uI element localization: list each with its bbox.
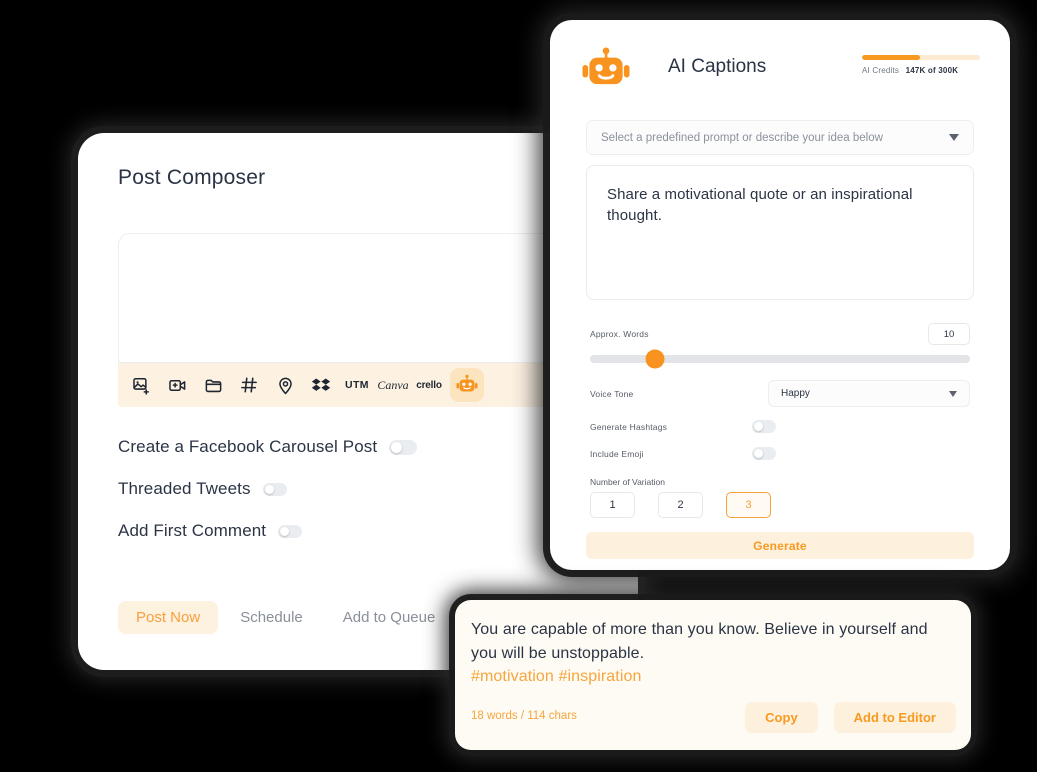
caption-actions: Copy Add to Editor (745, 702, 956, 733)
ai-robot-icon (580, 47, 632, 98)
variation-option-2[interactable]: 2 (658, 492, 703, 518)
option-row-threaded-tweets[interactable]: Threaded Tweets (118, 479, 287, 499)
option-row-carousel[interactable]: Create a Facebook Carousel Post (118, 437, 418, 457)
utm-label: UTM (345, 379, 369, 391)
toggle-include-emoji[interactable] (752, 447, 776, 460)
toggle-threaded-tweets[interactable] (262, 482, 287, 496)
generate-hashtags-row: Generate Hashtags (590, 420, 890, 433)
approx-words-input[interactable]: 10 (928, 323, 970, 345)
add-to-editor-button[interactable]: Add to Editor (833, 702, 956, 733)
add-video-icon[interactable] (162, 370, 192, 400)
option-label-threaded-tweets: Threaded Tweets (118, 479, 251, 498)
variation-option-3[interactable]: 3 (726, 492, 771, 518)
voice-tone-row: Voice Tone Happy (590, 380, 970, 407)
ai-captions-panel: AI Captions AI Credits 147K of 300K Sele… (550, 20, 1010, 570)
prompt-textarea[interactable]: Share a motivational quote or an inspira… (586, 165, 974, 300)
generate-hashtags-label: Generate Hashtags (590, 421, 668, 432)
composer-action-tabs: Post Now Schedule Add to Queue (118, 601, 453, 634)
generated-caption-card: You are capable of more than you know. B… (455, 600, 971, 750)
credits-value: 147K of 300K (905, 66, 959, 75)
post-text-editor[interactable] (118, 233, 623, 363)
add-to-queue-button[interactable]: Add to Queue (325, 601, 454, 634)
include-emoji-label: Include Emoji (590, 448, 644, 459)
credits-label-row: AI Credits 147K of 300K (862, 66, 980, 75)
chevron-down-icon (949, 390, 957, 397)
prompt-select-dropdown[interactable]: Select a predefined prompt or describe y… (586, 120, 974, 155)
generate-button[interactable]: Generate (586, 532, 974, 559)
approx-words-label: Approx. Words (590, 329, 649, 339)
toggle-carousel[interactable] (389, 439, 418, 455)
voice-tone-dropdown[interactable]: Happy (768, 380, 970, 407)
ai-credits: AI Credits 147K of 300K (862, 55, 980, 75)
include-emoji-row: Include Emoji (590, 447, 890, 460)
canva-icon[interactable]: Canva (377, 370, 409, 400)
toggle-first-comment[interactable] (278, 524, 303, 538)
slider-thumb[interactable] (645, 349, 665, 369)
credits-progress-bar (862, 55, 980, 60)
prompt-textarea-value: Share a motivational quote or an inspira… (607, 186, 913, 225)
generated-caption-hashtags: #motivation #inspiration (471, 668, 642, 685)
utm-icon[interactable]: UTM (342, 370, 372, 400)
screenshot-stage: Post Composer UTM Canva crello Create a … (0, 0, 1037, 772)
copy-button[interactable]: Copy (745, 702, 818, 733)
composer-toolbar: UTM Canva crello (118, 363, 623, 407)
generated-caption-text: You are capable of more than you know. B… (471, 621, 928, 662)
voice-tone-value: Happy (781, 388, 810, 399)
dropbox-icon[interactable] (306, 370, 336, 400)
number-of-variation-options: 1 2 3 (590, 492, 771, 518)
schedule-button[interactable]: Schedule (222, 601, 321, 634)
location-pin-icon[interactable] (270, 370, 300, 400)
ai-robot-icon[interactable] (450, 368, 484, 402)
crello-label: crello (416, 379, 442, 391)
option-label-first-comment: Add First Comment (118, 521, 267, 540)
number-of-variation-label: Number of Variation (590, 477, 665, 487)
credits-progress-fill (862, 55, 920, 60)
approx-words-slider[interactable] (590, 349, 970, 369)
hashtag-icon[interactable] (234, 370, 264, 400)
ai-panel-header: AI Captions AI Credits 147K of 300K (580, 45, 980, 93)
folder-icon[interactable] (198, 370, 228, 400)
option-row-first-comment[interactable]: Add First Comment (118, 521, 303, 541)
voice-tone-label: Voice Tone (590, 388, 634, 399)
variation-option-1[interactable]: 1 (590, 492, 635, 518)
option-label-carousel: Create a Facebook Carousel Post (118, 437, 378, 456)
toggle-generate-hashtags[interactable] (752, 420, 776, 433)
caption-word-char-count: 18 words / 114 chars (471, 710, 577, 722)
credits-label: AI Credits (862, 66, 900, 75)
crello-icon[interactable]: crello (414, 370, 444, 400)
prompt-select-placeholder: Select a predefined prompt or describe y… (601, 131, 883, 144)
post-now-button[interactable]: Post Now (118, 601, 219, 634)
approx-words-row: Approx. Words 10 (590, 323, 970, 345)
chevron-down-icon (949, 134, 959, 141)
ai-panel-title: AI Captions (668, 56, 767, 77)
page-title: Post Composer (118, 166, 266, 189)
canva-label: Canva (377, 377, 409, 392)
add-image-icon[interactable] (126, 370, 156, 400)
